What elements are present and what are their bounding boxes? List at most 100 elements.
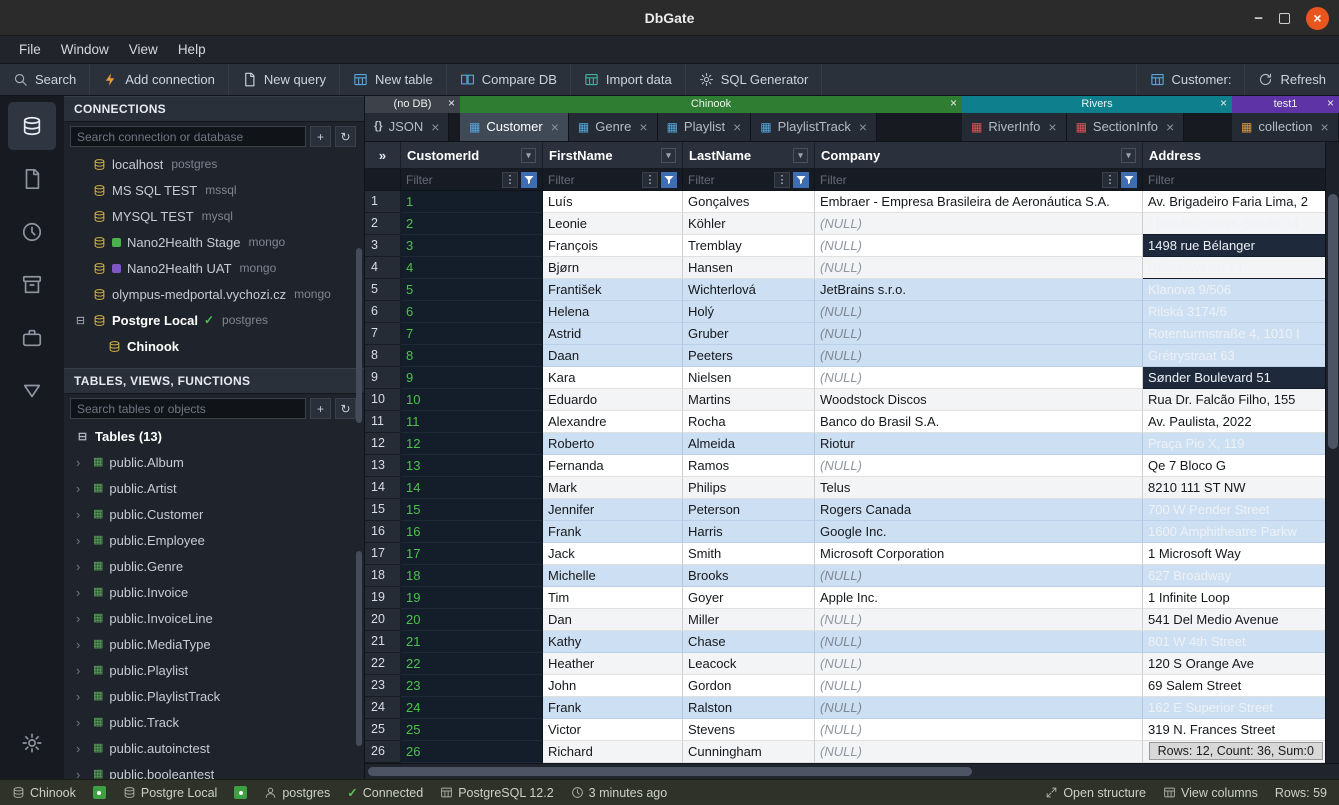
open-structure-button[interactable]: Open structure	[1045, 786, 1146, 800]
cell-address[interactable]: Klanova 9/506	[1143, 279, 1339, 301]
table-item[interactable]: › ▦ public.Track	[64, 709, 364, 735]
close-group-icon[interactable]: ×	[1220, 96, 1227, 110]
cell-address[interactable]: 162 E Superior Street	[1143, 697, 1339, 719]
expander-icon[interactable]: ⊟	[76, 430, 89, 443]
chevron-right-icon[interactable]: ›	[76, 741, 87, 756]
filter-funnel-icon[interactable]	[661, 172, 677, 188]
cell-company[interactable]: Apple Inc.	[815, 587, 1143, 609]
cell-customerid[interactable]: 12	[401, 433, 543, 455]
tab-playlist[interactable]: ▦ Playlist ×	[658, 113, 752, 141]
expander-icon[interactable]: ⊟	[74, 314, 87, 327]
menu-item[interactable]: File	[10, 39, 50, 60]
cell-firstname[interactable]: Leonie	[543, 213, 683, 235]
table-row[interactable]: 8 8 Daan Peeters (NULL) Grétrystraat 63	[365, 345, 1339, 367]
cell-customerid[interactable]: 20	[401, 609, 543, 631]
connection-item[interactable]: ⊟ Postgre Local ✓ postgres	[64, 307, 364, 333]
close-tab-icon[interactable]: ×	[431, 119, 439, 135]
cell-lastname[interactable]: Ramos	[683, 455, 815, 477]
minimize-icon[interactable]: −	[1254, 10, 1263, 27]
table-row[interactable]: 1 1 Luís Gonçalves Embraer - Empresa Bra…	[365, 191, 1339, 213]
cell-customerid[interactable]: 7	[401, 323, 543, 345]
table-row[interactable]: 21 21 Kathy Chase (NULL) 801 W 4th Stree…	[365, 631, 1339, 653]
row-number[interactable]: 2	[365, 213, 401, 235]
cell-firstname[interactable]: Roberto	[543, 433, 683, 455]
new-query-button[interactable]: New query	[229, 64, 340, 95]
cell-address[interactable]: 1498 rue Bélanger	[1143, 235, 1339, 257]
table-row[interactable]: 7 7 Astrid Gruber (NULL) Rotenturmstraße…	[365, 323, 1339, 345]
close-group-icon[interactable]: ×	[448, 96, 455, 110]
tab-json[interactable]: {} JSON ×	[365, 113, 449, 141]
compare-db-button[interactable]: Compare DB	[447, 64, 571, 95]
row-number[interactable]: 16	[365, 521, 401, 543]
row-number[interactable]: 12	[365, 433, 401, 455]
table-item[interactable]: › ▦ public.booleantest	[64, 761, 364, 779]
cell-company[interactable]: (NULL)	[815, 257, 1143, 279]
chevron-right-icon[interactable]: ›	[76, 767, 87, 780]
cell-firstname[interactable]: Helena	[543, 301, 683, 323]
statusbar-connection[interactable]: Postgre Local	[123, 786, 217, 800]
connection-item[interactable]: Nano2Health UAT ✓ mongo	[64, 255, 364, 281]
row-number[interactable]: 17	[365, 543, 401, 565]
row-number[interactable]: 6	[365, 301, 401, 323]
column-dropdown-icon[interactable]: ▾	[521, 148, 536, 163]
cell-lastname[interactable]: Gonçalves	[683, 191, 815, 213]
cell-firstname[interactable]: Frank	[543, 521, 683, 543]
cell-address[interactable]: Qe 7 Bloco G	[1143, 455, 1339, 477]
table-row[interactable]: 25 25 Victor Stevens (NULL) 319 N. Franc…	[365, 719, 1339, 741]
cell-lastname[interactable]: Peterson	[683, 499, 815, 521]
cell-customerid[interactable]: 8	[401, 345, 543, 367]
row-number[interactable]: 1	[365, 191, 401, 213]
rail-history-icon[interactable]	[8, 208, 56, 256]
maximize-icon[interactable]	[1279, 13, 1290, 24]
close-tab-icon[interactable]: ×	[859, 119, 867, 135]
cell-company[interactable]: (NULL)	[815, 565, 1143, 587]
expand-all-button[interactable]: »	[365, 142, 401, 169]
cell-address[interactable]: 627 Broadway	[1143, 565, 1339, 587]
cell-company[interactable]: (NULL)	[815, 609, 1143, 631]
cell-lastname[interactable]: Stevens	[683, 719, 815, 741]
cell-lastname[interactable]: Smith	[683, 543, 815, 565]
chevron-right-icon[interactable]: ›	[76, 507, 87, 522]
sql-generator-button[interactable]: SQL Generator	[686, 64, 823, 95]
row-number[interactable]: 19	[365, 587, 401, 609]
table-item[interactable]: › ▦ public.Invoice	[64, 579, 364, 605]
cell-firstname[interactable]: Fernanda	[543, 455, 683, 477]
cell-customerid[interactable]: 15	[401, 499, 543, 521]
cell-lastname[interactable]: Peeters	[683, 345, 815, 367]
filter-company[interactable]: Filter⋮	[815, 169, 1143, 191]
cell-customerid[interactable]: 6	[401, 301, 543, 323]
column-header-address[interactable]: Address	[1143, 142, 1339, 169]
menu-item[interactable]: Help	[169, 39, 215, 60]
cell-firstname[interactable]: François	[543, 235, 683, 257]
cell-firstname[interactable]: Michelle	[543, 565, 683, 587]
column-header-firstname[interactable]: FirstName▾	[543, 142, 683, 169]
cell-address[interactable]: Rua Dr. Falcão Filho, 155	[1143, 389, 1339, 411]
cell-customerid[interactable]: 3	[401, 235, 543, 257]
cell-address[interactable]: Praça Pio X, 119	[1143, 433, 1339, 455]
tables-group-row[interactable]: ⊟ Tables (13)	[64, 423, 364, 449]
cell-customerid[interactable]: 2	[401, 213, 543, 235]
table-item[interactable]: › ▦ public.Customer	[64, 501, 364, 527]
column-header-customerid[interactable]: CustomerId▾	[401, 142, 543, 169]
tab-riverinfo[interactable]: ▦ RiverInfo ×	[962, 113, 1067, 141]
cell-company[interactable]: JetBrains s.r.o.	[815, 279, 1143, 301]
cell-firstname[interactable]: Bjørn	[543, 257, 683, 279]
connection-item[interactable]: Nano2Health Stage ✓ mongo	[64, 229, 364, 255]
rail-apps-icon[interactable]	[8, 314, 56, 362]
row-number[interactable]: 24	[365, 697, 401, 719]
cell-company[interactable]: (NULL)	[815, 741, 1143, 763]
cell-firstname[interactable]: Eduardo	[543, 389, 683, 411]
row-number[interactable]: 14	[365, 477, 401, 499]
new-table-button[interactable]: New table	[340, 64, 447, 95]
cell-customerid[interactable]: 9	[401, 367, 543, 389]
tables-search-input[interactable]	[70, 398, 306, 419]
cell-company[interactable]: (NULL)	[815, 455, 1143, 477]
chevron-right-icon[interactable]: ›	[76, 663, 87, 678]
cell-company[interactable]: Banco do Brasil S.A.	[815, 411, 1143, 433]
cell-lastname[interactable]: Ralston	[683, 697, 815, 719]
cell-customerid[interactable]: 24	[401, 697, 543, 719]
tab-genre[interactable]: ▦ Genre ×	[569, 113, 658, 141]
cell-firstname[interactable]: Victor	[543, 719, 683, 741]
table-row[interactable]: 24 24 Frank Ralston (NULL) 162 E Superio…	[365, 697, 1339, 719]
refresh-connections-button[interactable]: ↻	[335, 126, 356, 147]
